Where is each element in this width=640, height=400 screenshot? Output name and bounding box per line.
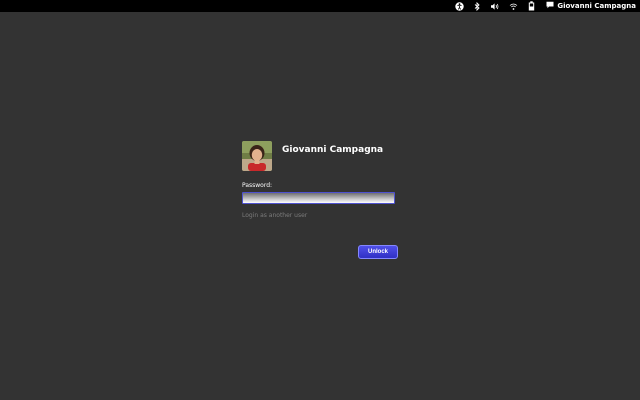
bluetooth-icon[interactable] — [468, 0, 486, 12]
password-input[interactable] — [242, 192, 395, 204]
unlock-dialog: Giovanni Campagna Password: Login as ano… — [242, 141, 402, 259]
top-panel: Giovanni Campagna — [0, 0, 640, 12]
unlock-button[interactable]: Unlock — [358, 245, 398, 259]
battery-icon[interactable] — [522, 0, 540, 12]
chat-icon — [546, 1, 554, 11]
volume-icon[interactable] — [486, 0, 504, 12]
login-as-another-user-link[interactable]: Login as another user — [242, 212, 402, 219]
accessibility-icon[interactable] — [450, 0, 468, 12]
avatar — [242, 141, 272, 171]
user-info: Giovanni Campagna — [242, 141, 402, 171]
user-menu[interactable]: Giovanni Campagna — [546, 1, 636, 11]
system-tray: Giovanni Campagna — [450, 0, 636, 12]
password-label: Password: — [242, 182, 273, 189]
topbar-user-name: Giovanni Campagna — [557, 2, 636, 10]
wifi-icon[interactable] — [504, 0, 522, 12]
user-name: Giovanni Campagna — [282, 145, 384, 155]
